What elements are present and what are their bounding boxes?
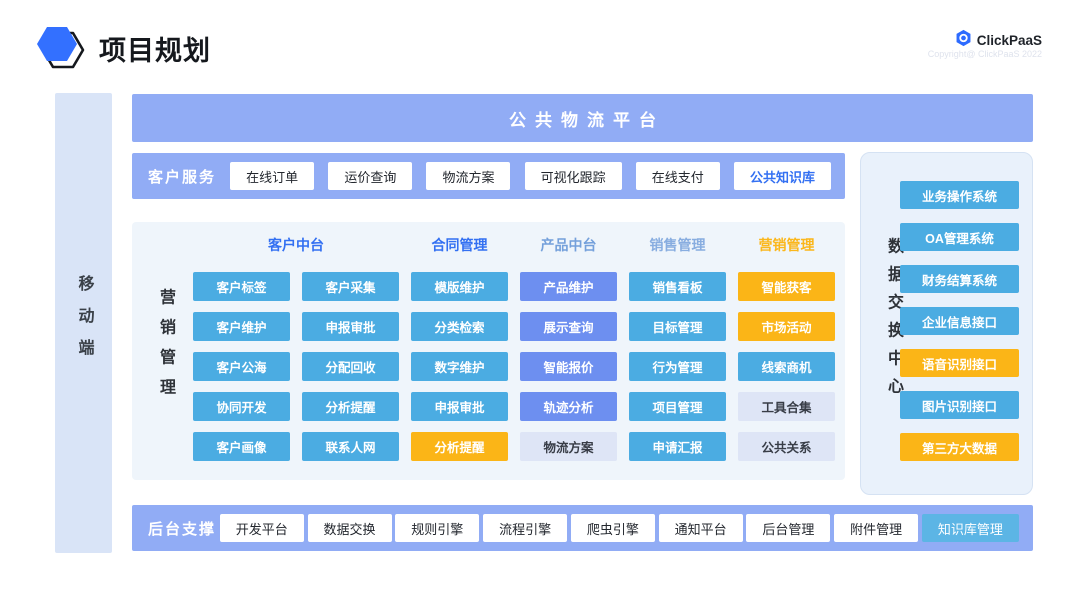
matrix-cell[interactable]: 协同开发 xyxy=(193,392,290,421)
page: 项目规划 ClickPaaS Copyright@ ClickPaaS 2022… xyxy=(0,0,1080,608)
matrix-cell[interactable]: 轨迹分析 xyxy=(520,392,617,421)
backend-item[interactable]: 知识库管理 xyxy=(922,514,1019,542)
matrix-cell[interactable]: 客户画像 xyxy=(193,432,290,461)
data-exchange-item[interactable]: 图片识别接口 xyxy=(900,391,1019,419)
matrix-column-header: 客户中台 xyxy=(193,235,399,255)
customer-service-bar: 客户服务 在线订单 运价查询 物流方案 可视化跟踪 在线支付 公共知识库 xyxy=(132,153,845,199)
backend-item[interactable]: 规则引擎 xyxy=(395,514,479,542)
matrix-column: 产品维护 展示查询 智能报价 轨迹分析 物流方案 xyxy=(520,272,617,461)
backend-item[interactable]: 开发平台 xyxy=(220,514,304,542)
backend-support-label: 后台支撑 xyxy=(148,518,216,539)
matrix-cell[interactable]: 智能报价 xyxy=(520,352,617,381)
customer-service-item[interactable]: 物流方案 xyxy=(426,162,510,190)
matrix-column: 模版维护 分类检索 数字维护 申报审批 分析提醒 xyxy=(411,272,508,461)
matrix-cell[interactable]: 客户维护 xyxy=(193,312,290,341)
matrix-cell[interactable]: 分析提醒 xyxy=(302,392,399,421)
backend-item[interactable]: 爬虫引擎 xyxy=(571,514,655,542)
backend-item[interactable]: 数据交换 xyxy=(308,514,392,542)
data-exchange-item[interactable]: 财务结算系统 xyxy=(900,265,1019,293)
backend-item[interactable]: 通知平台 xyxy=(659,514,743,542)
backend-item[interactable]: 后台管理 xyxy=(746,514,830,542)
matrix-cell[interactable]: 项目管理 xyxy=(629,392,726,421)
matrix-cell[interactable]: 联系人网 xyxy=(302,432,399,461)
matrix-cell[interactable]: 展示查询 xyxy=(520,312,617,341)
backend-item[interactable]: 流程引擎 xyxy=(483,514,567,542)
matrix-cell[interactable]: 智能获客 xyxy=(738,272,835,301)
hexagon-logo-icon xyxy=(37,21,87,78)
matrix-cell[interactable]: 目标管理 xyxy=(629,312,726,341)
matrix-cell[interactable]: 线索商机 xyxy=(738,352,835,381)
matrix-cell[interactable]: 申报审批 xyxy=(411,392,508,421)
feature-matrix-panel: 营销管理 客户中台 合同管理 产品中台 销售管理 营销管理 客户标签 客户维护 … xyxy=(132,222,845,480)
customer-service-label: 客户服务 xyxy=(148,166,216,187)
data-exchange-panel: 数据交换中心 业务操作系统 OA管理系统 财务结算系统 企业信息接口 语音识别接… xyxy=(860,152,1033,495)
platform-banner-title: 公共物流平台 xyxy=(500,106,665,131)
matrix-cell[interactable]: 工具合集 xyxy=(738,392,835,421)
data-exchange-item[interactable]: 第三方大数据 xyxy=(900,433,1019,461)
customer-service-item[interactable]: 公共知识库 xyxy=(734,162,831,190)
marketing-management-side-label: 营销管理 xyxy=(153,289,177,414)
brand-name: ClickPaaS xyxy=(977,33,1042,48)
matrix-column-header: 合同管理 xyxy=(411,235,508,255)
customer-service-item[interactable]: 运价查询 xyxy=(328,162,412,190)
data-exchange-item[interactable]: 企业信息接口 xyxy=(900,307,1019,335)
mobile-panel-label: 移动端 xyxy=(72,275,96,371)
data-exchange-items: 业务操作系统 OA管理系统 财务结算系统 企业信息接口 语音识别接口 图片识别接… xyxy=(900,181,1019,461)
customer-service-item[interactable]: 在线支付 xyxy=(636,162,720,190)
backend-item[interactable]: 附件管理 xyxy=(834,514,918,542)
copyright-text: Copyright@ ClickPaaS 2022 xyxy=(928,49,1042,59)
matrix-cell[interactable]: 物流方案 xyxy=(520,432,617,461)
matrix-column-header: 产品中台 xyxy=(520,235,617,255)
matrix-grid: 客户标签 客户维护 客户公海 协同开发 客户画像 客户采集 申报审批 分配回收 … xyxy=(193,272,835,461)
page-title: 项目规划 xyxy=(99,29,211,68)
matrix-cell[interactable]: 分类检索 xyxy=(411,312,508,341)
matrix-cell[interactable]: 公共关系 xyxy=(738,432,835,461)
matrix-cell[interactable]: 模版维护 xyxy=(411,272,508,301)
matrix-column-headers: 客户中台 合同管理 产品中台 销售管理 营销管理 xyxy=(193,235,835,255)
matrix-cell[interactable]: 客户公海 xyxy=(193,352,290,381)
mobile-panel: 移动端 xyxy=(55,93,112,553)
platform-banner: 公共物流平台 xyxy=(132,94,1033,142)
matrix-cell[interactable]: 申报审批 xyxy=(302,312,399,341)
matrix-cell[interactable]: 销售看板 xyxy=(629,272,726,301)
customer-service-item[interactable]: 可视化跟踪 xyxy=(525,162,622,190)
matrix-cell[interactable]: 产品维护 xyxy=(520,272,617,301)
matrix-cell[interactable]: 数字维护 xyxy=(411,352,508,381)
matrix-cell[interactable]: 分析提醒 xyxy=(411,432,508,461)
matrix-column: 客户标签 客户维护 客户公海 协同开发 客户画像 xyxy=(193,272,290,461)
matrix-column: 客户采集 申报审批 分配回收 分析提醒 联系人网 xyxy=(302,272,399,461)
data-exchange-item[interactable]: OA管理系统 xyxy=(900,223,1019,251)
backend-support-bar: 后台支撑 开发平台 数据交换 规则引擎 流程引擎 爬虫引擎 通知平台 后台管理 … xyxy=(132,505,1033,551)
matrix-cell[interactable]: 行为管理 xyxy=(629,352,726,381)
matrix-cell[interactable]: 市场活动 xyxy=(738,312,835,341)
data-exchange-item[interactable]: 语音识别接口 xyxy=(900,349,1019,377)
matrix-column-header: 销售管理 xyxy=(629,235,726,255)
data-exchange-item[interactable]: 业务操作系统 xyxy=(900,181,1019,209)
matrix-cell[interactable]: 分配回收 xyxy=(302,352,399,381)
matrix-cell[interactable]: 申请汇报 xyxy=(629,432,726,461)
matrix-cell[interactable]: 客户采集 xyxy=(302,272,399,301)
matrix-column-header: 营销管理 xyxy=(738,235,835,255)
matrix-column: 销售看板 目标管理 行为管理 项目管理 申请汇报 xyxy=(629,272,726,461)
matrix-column: 智能获客 市场活动 线索商机 工具合集 公共关系 xyxy=(738,272,835,461)
matrix-cell[interactable]: 客户标签 xyxy=(193,272,290,301)
customer-service-item[interactable]: 在线订单 xyxy=(230,162,314,190)
